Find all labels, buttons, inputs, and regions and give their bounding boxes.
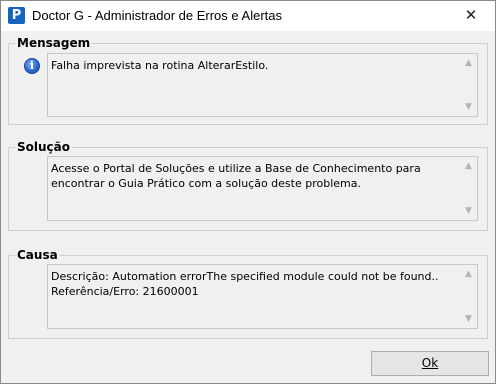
- solucao-label: Solução: [15, 139, 72, 155]
- causa-text: Descrição: Automation errorThe specified…: [51, 269, 455, 299]
- scroll-up-arrow-icon[interactable]: ▲: [460, 159, 477, 173]
- ok-button-label: Ok: [421, 356, 439, 370]
- scroll-down-arrow-icon[interactable]: ▼: [460, 312, 477, 326]
- solucao-textbox[interactable]: Acesse o Portal de Soluções e utilize a …: [47, 156, 478, 221]
- solucao-group: Solução Acesse o Portal de Soluções e ut…: [8, 139, 488, 231]
- scroll-down-arrow-icon[interactable]: ▼: [460, 204, 477, 218]
- causa-scrollbar[interactable]: ▲ ▼: [460, 265, 477, 328]
- scroll-down-arrow-icon[interactable]: ▼: [460, 100, 477, 114]
- solucao-text: Acesse o Portal de Soluções e utilize a …: [51, 162, 421, 190]
- scroll-up-arrow-icon[interactable]: ▲: [460, 267, 477, 281]
- mensagem-textbox[interactable]: Falha imprevista na rotina AlterarEstilo…: [47, 53, 478, 117]
- title-bar[interactable]: P Doctor G - Administrador de Erros e Al…: [1, 1, 495, 31]
- error-dialog-window: P Doctor G - Administrador de Erros e Al…: [0, 0, 496, 384]
- close-button[interactable]: ✕: [449, 1, 493, 30]
- mensagem-scrollbar[interactable]: ▲ ▼: [460, 54, 477, 116]
- causa-label: Causa: [15, 247, 60, 263]
- causa-description-line: Descrição: Automation errorThe specified…: [51, 270, 439, 283]
- info-icon: i: [24, 58, 40, 74]
- mensagem-label: Mensagem: [15, 35, 93, 51]
- causa-textbox[interactable]: Descrição: Automation errorThe specified…: [47, 264, 478, 329]
- causa-reference-line: Referência/Erro: 21600001: [51, 285, 199, 298]
- ok-button[interactable]: Ok: [371, 351, 489, 376]
- solucao-scrollbar[interactable]: ▲ ▼: [460, 157, 477, 220]
- window-title: Doctor G - Administrador de Erros e Aler…: [32, 8, 282, 23]
- app-logo-icon: P: [8, 7, 25, 24]
- causa-group: Causa Descrição: Automation errorThe spe…: [8, 247, 488, 339]
- mensagem-text: Falha imprevista na rotina AlterarEstilo…: [51, 59, 269, 72]
- mensagem-group: Mensagem i Falha imprevista na rotina Al…: [8, 35, 488, 125]
- scroll-up-arrow-icon[interactable]: ▲: [460, 56, 477, 70]
